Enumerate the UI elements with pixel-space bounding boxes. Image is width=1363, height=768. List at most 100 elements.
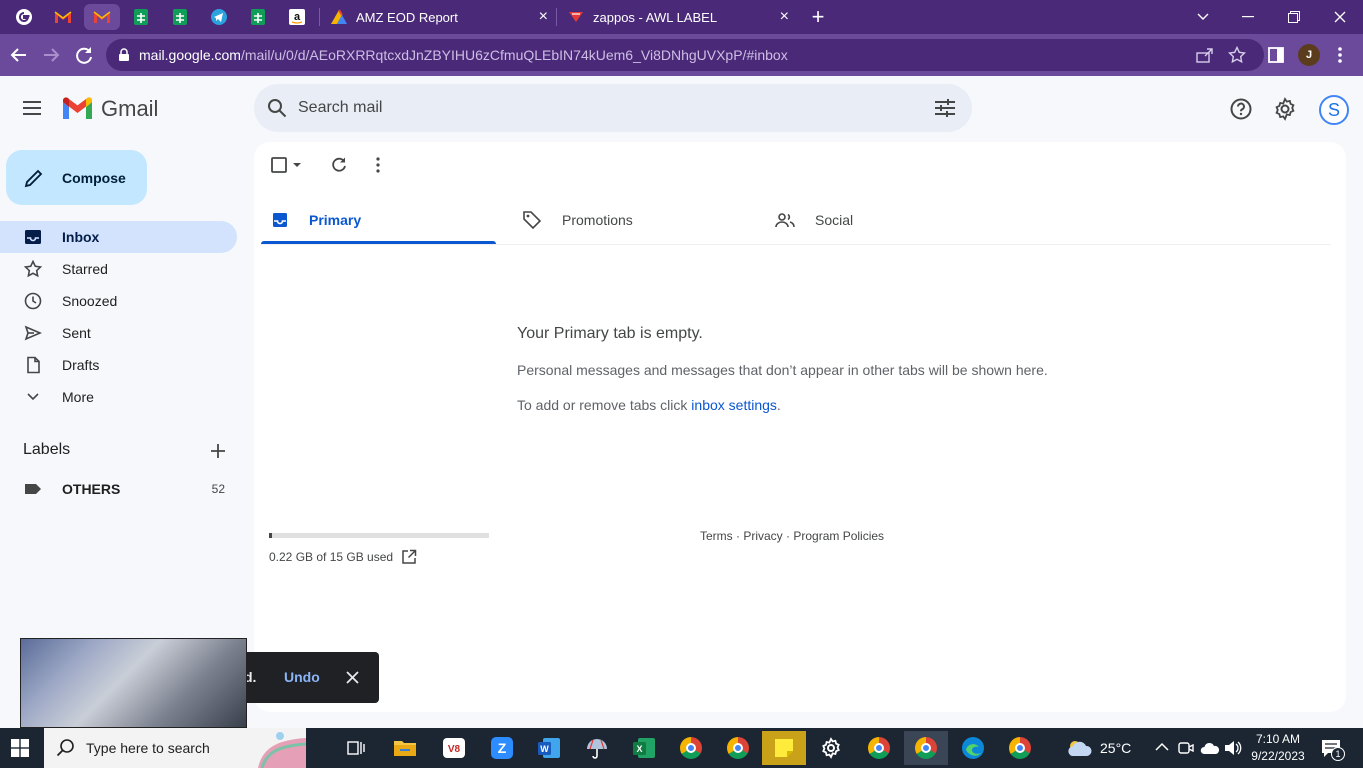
close-icon[interactable] xyxy=(346,671,359,684)
close-tab-icon[interactable]: × xyxy=(539,9,548,25)
privacy-link[interactable]: Privacy xyxy=(743,529,782,543)
search-options-icon[interactable] xyxy=(934,98,956,118)
notification-center-button[interactable]: 1 xyxy=(1321,739,1345,761)
lock-icon xyxy=(119,48,129,61)
taskbar-settings[interactable] xyxy=(809,731,853,765)
taskbar-clock[interactable]: 7:10 AM 9/22/2023 xyxy=(1250,731,1306,765)
tab-search-button[interactable] xyxy=(1180,0,1226,34)
windows-logo-icon xyxy=(11,739,29,757)
webcam-overlay-thumbnail xyxy=(20,638,247,728)
taskbar-sticky-notes[interactable] xyxy=(762,731,806,765)
undo-button[interactable]: Undo xyxy=(284,669,320,685)
search-icon[interactable] xyxy=(266,97,288,119)
tab-amz-eod-report[interactable]: AMZ EOD Report × xyxy=(320,0,556,34)
umbrella-icon xyxy=(587,739,607,759)
browser-menu-button[interactable] xyxy=(1333,45,1347,65)
taskbar-word[interactable]: W xyxy=(527,731,571,765)
sidebar-item-sent[interactable]: Sent xyxy=(0,317,237,349)
sidebar-item-starred[interactable]: Starred xyxy=(0,253,237,285)
tab-zappos-awl-label[interactable]: zappos - AWL LABEL × xyxy=(557,0,797,34)
inbox-settings-link[interactable]: inbox settings xyxy=(691,397,777,413)
meet-now-icon[interactable] xyxy=(1178,740,1194,756)
settings-button[interactable] xyxy=(1273,97,1297,121)
pinned-tab-sheets-1[interactable] xyxy=(123,4,159,30)
create-label-button[interactable] xyxy=(208,441,228,461)
pinned-tab-gmail-active[interactable] xyxy=(84,4,120,30)
gmail-logo-icon xyxy=(62,97,93,119)
taskbar-chrome-1[interactable] xyxy=(669,731,713,765)
show-hidden-icons-button[interactable] xyxy=(1155,741,1169,753)
close-icon xyxy=(1334,11,1346,23)
pinned-tab-sheets-2[interactable] xyxy=(162,4,198,30)
taskbar-umbrella-app[interactable] xyxy=(575,731,619,765)
taskbar-excel[interactable]: X xyxy=(622,731,666,765)
task-view-button[interactable] xyxy=(334,731,378,765)
tab-primary[interactable]: Primary xyxy=(261,196,496,244)
sidebar-item-snoozed[interactable]: Snoozed xyxy=(0,285,237,317)
select-all-checkbox[interactable] xyxy=(270,156,302,174)
settings-line-prefix: To add or remove tabs click xyxy=(517,397,692,413)
tab-title: AMZ EOD Report xyxy=(356,9,458,25)
taskbar-chrome-3[interactable] xyxy=(857,731,901,765)
support-button[interactable] xyxy=(1229,97,1253,121)
pinned-tab-telegram[interactable] xyxy=(201,4,237,30)
start-button[interactable] xyxy=(11,739,29,757)
minimize-window-button[interactable] xyxy=(1225,0,1271,34)
side-panel-button[interactable] xyxy=(1268,47,1284,63)
label-tag-icon xyxy=(25,484,41,494)
address-bar[interactable]: mail.google.com/mail/u/0/d/AEoRXRRqtcxdJ… xyxy=(106,39,1264,71)
svg-text:a: a xyxy=(294,11,301,23)
search-bar[interactable] xyxy=(254,84,972,132)
account-avatar[interactable]: S xyxy=(1319,95,1349,125)
minimize-icon xyxy=(1242,16,1254,18)
restore-window-button[interactable] xyxy=(1271,0,1317,34)
taskbar-app-vs[interactable]: V8 xyxy=(432,731,476,765)
pinned-tab-amazon[interactable]: a xyxy=(279,4,315,30)
share-button[interactable] xyxy=(1196,47,1214,63)
notification-count-badge: 1 xyxy=(1331,747,1345,761)
close-window-button[interactable] xyxy=(1317,0,1363,34)
tab-social[interactable]: Social xyxy=(765,196,1000,244)
forward-button[interactable] xyxy=(40,44,62,66)
footer-separator: · xyxy=(782,529,794,543)
more-actions-button[interactable] xyxy=(372,155,384,175)
main-menu-button[interactable] xyxy=(20,96,44,120)
onedrive-icon[interactable] xyxy=(1200,741,1220,755)
inbox-icon xyxy=(273,213,287,227)
compose-button[interactable]: Compose xyxy=(6,150,147,205)
reload-button[interactable] xyxy=(73,44,95,66)
volume-button[interactable] xyxy=(1224,740,1242,756)
taskbar-file-explorer[interactable] xyxy=(383,731,427,765)
browser-profile-avatar[interactable]: J xyxy=(1298,44,1320,66)
sidebar-item-label: Sent xyxy=(62,325,91,341)
pinned-tab-gmail[interactable] xyxy=(45,4,81,30)
empty-state-settings-line: To add or remove tabs click inbox settin… xyxy=(517,397,781,413)
taskbar-edge[interactable] xyxy=(951,731,995,765)
gear-icon xyxy=(822,737,840,759)
weather-widget[interactable]: 25°C xyxy=(1066,738,1131,758)
label-item-others[interactable]: OTHERS 52 xyxy=(0,473,237,505)
pinned-tab-sheets-3[interactable] xyxy=(240,4,276,30)
open-in-new-icon[interactable] xyxy=(401,549,417,565)
search-input[interactable] xyxy=(298,99,858,117)
pinned-tab-google[interactable] xyxy=(6,4,42,30)
weather-temperature: 25°C xyxy=(1100,740,1132,756)
close-tab-icon[interactable]: × xyxy=(780,9,789,25)
taskbar-chrome-active[interactable] xyxy=(904,731,948,765)
gmail-logo[interactable]: Gmail xyxy=(61,96,158,122)
taskbar-chrome-2[interactable] xyxy=(716,731,760,765)
tab-promotions[interactable]: Promotions xyxy=(512,196,747,244)
taskbar-zoom[interactable]: Z xyxy=(480,731,524,765)
taskbar-search-box[interactable]: Type here to search xyxy=(44,728,306,768)
sidebar-item-inbox[interactable]: Inbox xyxy=(0,221,237,253)
sidebar-item-more[interactable]: More xyxy=(0,381,237,413)
back-button[interactable] xyxy=(8,44,30,66)
program-policies-link[interactable]: Program Policies xyxy=(793,529,884,543)
sidebar-item-drafts[interactable]: Drafts xyxy=(0,349,237,381)
bookmark-star-button[interactable] xyxy=(1228,46,1246,64)
terms-link[interactable]: Terms xyxy=(700,529,733,543)
refresh-button[interactable] xyxy=(329,155,349,175)
taskbar-chrome-4[interactable] xyxy=(998,731,1042,765)
zappos-icon xyxy=(569,12,583,22)
new-tab-button[interactable]: + xyxy=(806,5,830,29)
